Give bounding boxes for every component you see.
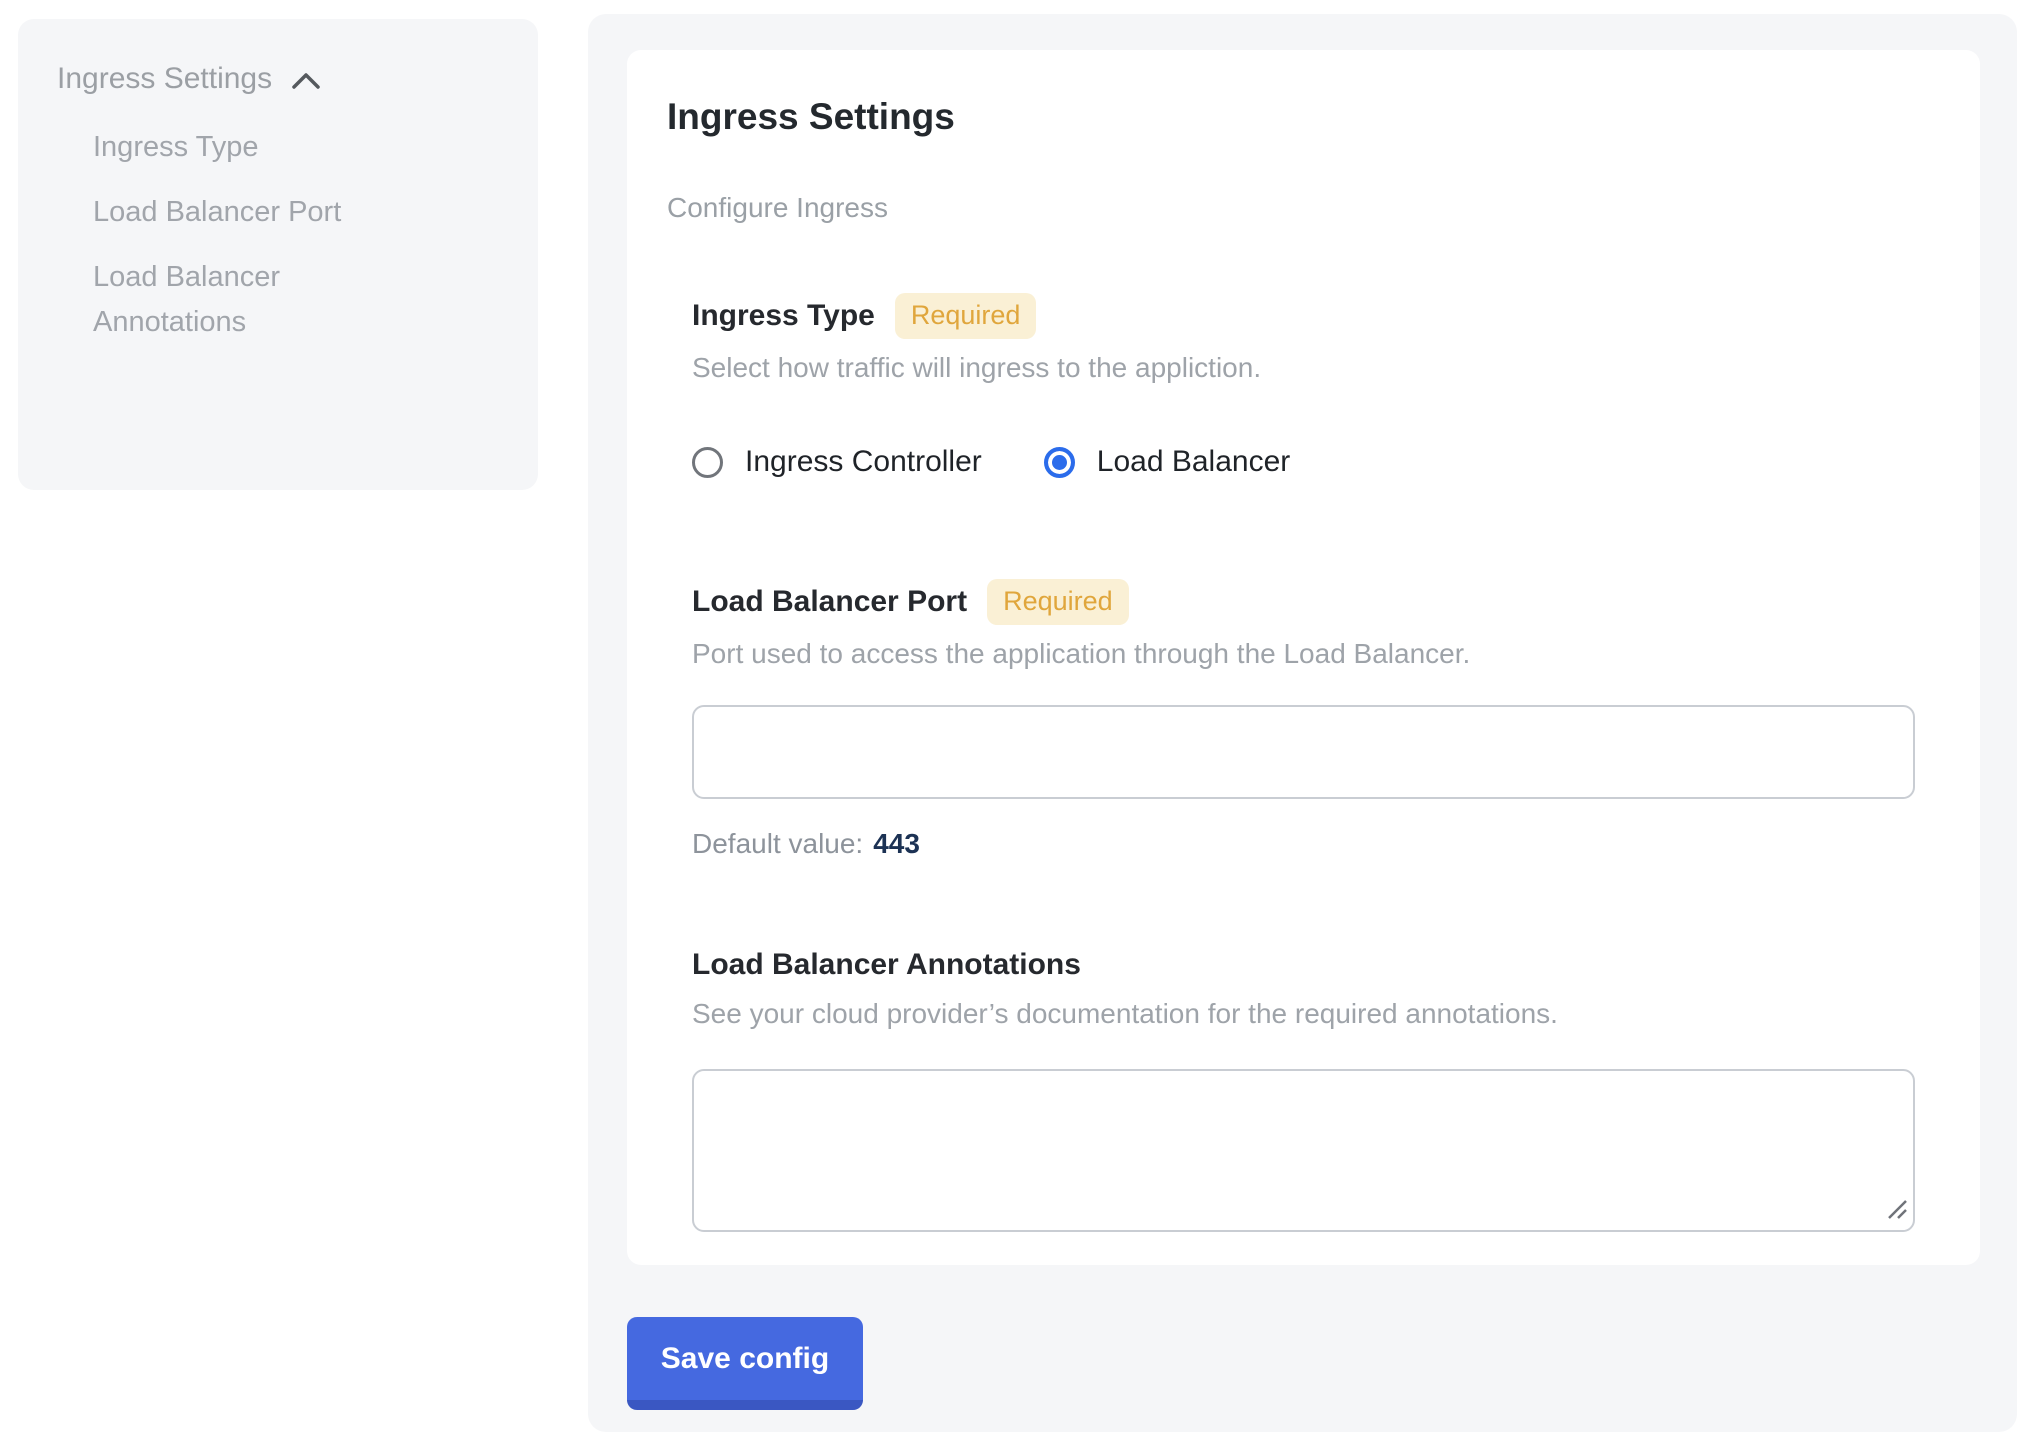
chevron-up-icon: [290, 69, 322, 93]
radio-selected-icon[interactable]: [1044, 447, 1075, 478]
load-balancer-port-input[interactable]: [692, 705, 1915, 799]
load-balancer-annotations-textarea[interactable]: [692, 1069, 1915, 1232]
radio-option-ingress-controller[interactable]: Ingress Controller: [692, 445, 982, 479]
ingress-type-heading: Ingress Type: [692, 296, 875, 336]
radio-option-load-balancer[interactable]: Load Balancer: [1044, 445, 1290, 479]
section-load-balancer-annotations: Load Balancer Annotations See your cloud…: [692, 945, 1915, 1232]
section-ingress-type: Ingress Type Required Select how traffic…: [692, 293, 1915, 479]
page-title: Ingress Settings: [667, 95, 1915, 139]
sidebar-item-ingress-type[interactable]: Ingress Type: [93, 125, 403, 170]
default-value-label: Default value:: [692, 828, 863, 859]
sidebar-item-load-balancer-annotations[interactable]: Load Balancer Annotations: [93, 255, 403, 345]
sidebar-group-label: Ingress Settings: [57, 61, 272, 97]
ingress-settings-form-card: Ingress Settings Configure Ingress Ingre…: [627, 50, 1980, 1265]
radio-unselected-icon[interactable]: [692, 447, 723, 478]
save-config-button[interactable]: Save config: [627, 1317, 863, 1410]
load-balancer-annotations-heading: Load Balancer Annotations: [692, 945, 1081, 985]
ingress-type-radio-group: Ingress Controller Load Balancer: [692, 445, 1915, 479]
page-subtitle: Configure Ingress: [667, 191, 1915, 225]
sidebar-item-load-balancer-port[interactable]: Load Balancer Port: [93, 190, 403, 235]
default-value-row: Default value: 443: [692, 827, 1915, 861]
settings-nav-sidebar: Ingress Settings Ingress Type Load Balan…: [18, 19, 538, 490]
section-load-balancer-port: Load Balancer Port Required Port used to…: [692, 579, 1915, 861]
sidebar-group-ingress-settings[interactable]: Ingress Settings: [57, 61, 538, 97]
settings-panel: Ingress Settings Configure Ingress Ingre…: [588, 14, 2017, 1432]
radio-label-ingress-controller: Ingress Controller: [745, 445, 982, 479]
required-badge: Required: [895, 293, 1037, 339]
required-badge: Required: [987, 579, 1129, 625]
form-sections: Ingress Type Required Select how traffic…: [692, 293, 1915, 1232]
ingress-type-description: Select how traffic will ingress to the a…: [692, 351, 1915, 385]
radio-label-load-balancer: Load Balancer: [1097, 445, 1290, 479]
sidebar-items: Ingress Type Load Balancer Port Load Bal…: [93, 125, 403, 345]
default-value-number: 443: [873, 828, 920, 859]
load-balancer-annotations-description: See your cloud provider’s documentation …: [692, 997, 1915, 1031]
load-balancer-port-heading: Load Balancer Port: [692, 582, 967, 622]
load-balancer-port-description: Port used to access the application thro…: [692, 637, 1915, 671]
